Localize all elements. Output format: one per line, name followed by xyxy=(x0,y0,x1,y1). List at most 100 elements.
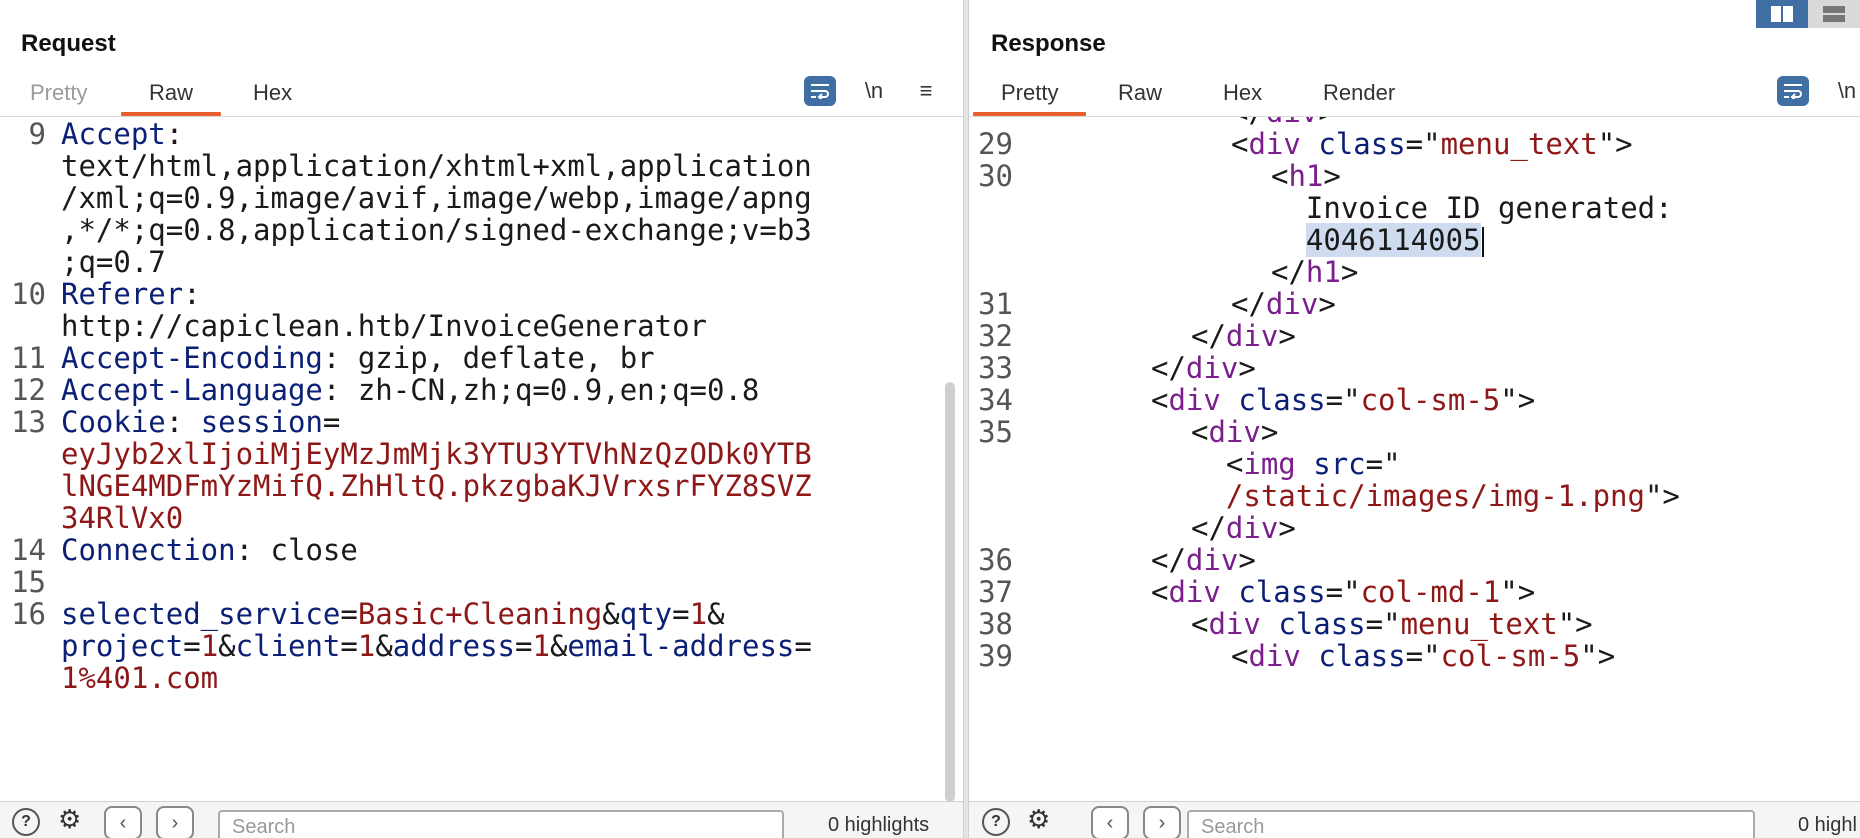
code-token: "> xyxy=(1557,607,1593,641)
help-icon[interactable]: ? xyxy=(982,808,1010,836)
request-scrollbar[interactable] xyxy=(945,382,955,802)
wrap-icon xyxy=(1784,84,1802,99)
code-token: > xyxy=(1238,543,1256,577)
help-icon[interactable]: ? xyxy=(12,808,40,836)
code-token: class xyxy=(1318,639,1406,673)
search-input[interactable]: Search xyxy=(218,810,784,838)
code-token: "> xyxy=(1597,127,1633,161)
code-token: </ xyxy=(1191,319,1226,353)
code-token: "> xyxy=(1500,575,1536,609)
code-token: client xyxy=(235,629,341,663)
code-token: /xml;q=0.9,image/avif,image/webp,image/a… xyxy=(61,181,812,215)
code-token: 1 xyxy=(532,629,550,663)
code-token: Accept-Encoding xyxy=(61,341,323,375)
code-token: =" xyxy=(1325,575,1361,609)
response-pane: Response Pretty Raw Hex Render \n </div>… xyxy=(969,0,1860,838)
code-token: address xyxy=(392,629,516,663)
code-token: & xyxy=(375,629,393,663)
code-token: menu_text xyxy=(1400,607,1558,641)
code-line: 39 <div class="col-sm-5"> xyxy=(969,637,1860,675)
code-token: email-address xyxy=(567,629,795,663)
menu-icon[interactable]: ≡ xyxy=(914,76,938,106)
search-input[interactable]: Search xyxy=(1187,810,1755,838)
tab-raw[interactable]: Raw xyxy=(120,80,222,116)
highlights-count: 0 highlights xyxy=(828,814,930,836)
code-token: col-sm-5 xyxy=(1360,383,1501,417)
code-token: h1 xyxy=(1305,255,1341,289)
code-token: class xyxy=(1238,575,1326,609)
wrap-icon xyxy=(811,84,829,99)
code-token: </ xyxy=(1231,287,1266,321)
response-bottom-bar: ? ⚙ ‹ › Search 0 highl xyxy=(969,801,1860,838)
code-token: < xyxy=(1191,447,1244,481)
previous-button[interactable]: ‹ xyxy=(104,806,142,838)
code-token: div xyxy=(1248,127,1301,161)
code-token: > xyxy=(1260,415,1279,449)
code-token: class xyxy=(1278,607,1366,641)
code-token: =" xyxy=(1365,607,1401,641)
settings-gear-icon[interactable]: ⚙ xyxy=(58,804,81,835)
code-token: Basic+Cleaning xyxy=(357,597,603,631)
previous-button[interactable]: ‹ xyxy=(1091,806,1129,838)
code-token: > xyxy=(1318,287,1336,321)
code-token: < xyxy=(1231,639,1249,673)
request-pane: Request Pretty Raw Hex \n ≡ 9 Accept: text… xyxy=(0,0,963,838)
newline-toggle-button[interactable]: \n xyxy=(862,76,886,106)
highlights-count: 0 highl xyxy=(1798,814,1857,836)
code-token: : close xyxy=(235,533,358,567)
code-token: : xyxy=(183,277,201,311)
tab-hex[interactable]: Hex xyxy=(1223,80,1262,116)
stacked-layout-icon[interactable] xyxy=(1808,0,1860,28)
code-token: </ xyxy=(1271,255,1306,289)
code-token: 1 xyxy=(357,629,376,663)
tab-hex[interactable]: Hex xyxy=(253,80,292,116)
code-token: > xyxy=(1323,159,1341,193)
word-wrap-button[interactable] xyxy=(804,76,836,106)
code-token: session xyxy=(200,405,323,439)
code-token: =" xyxy=(1325,383,1361,417)
tab-pretty[interactable]: Pretty xyxy=(972,80,1088,116)
code-token: Accept xyxy=(61,117,166,151)
code-line: 1%401.com xyxy=(0,659,963,697)
selected-text: 4046114005 xyxy=(1305,223,1481,257)
code-token: = xyxy=(515,629,533,663)
code-token: = xyxy=(322,405,341,439)
code-token: src xyxy=(1313,447,1366,481)
code-token: & xyxy=(549,629,568,663)
code-token: div xyxy=(1225,319,1279,353)
code-text: <div class="col-sm-5"> xyxy=(1231,637,1615,675)
tab-raw[interactable]: Raw xyxy=(1118,80,1162,116)
code-token: < xyxy=(1151,383,1169,417)
code-token: ,*/*;q=0.8,application/signed-exchange;v… xyxy=(61,213,812,247)
code-token: class xyxy=(1238,383,1326,417)
newline-toggle-button[interactable]: \n xyxy=(1835,76,1859,106)
code-token: /static/images/img-1.png xyxy=(1225,479,1645,513)
code-text: 1%401.com xyxy=(61,659,218,697)
settings-gear-icon[interactable]: ⚙ xyxy=(1027,804,1050,835)
tab-pretty[interactable]: Pretty xyxy=(30,80,87,116)
next-button[interactable]: › xyxy=(1143,806,1181,838)
tab-render[interactable]: Render xyxy=(1323,80,1395,116)
code-token: & xyxy=(602,597,620,631)
code-token: "> xyxy=(1500,383,1536,417)
code-token: div xyxy=(1208,415,1261,449)
response-editor[interactable]: </div>29<div class="menu_text">30<h1> In… xyxy=(969,117,1860,804)
code-token: : xyxy=(165,117,184,151)
code-token: & xyxy=(707,597,725,631)
code-token: Connection xyxy=(61,533,236,567)
code-token: selected_service xyxy=(61,597,341,631)
code-token: < xyxy=(1191,415,1209,449)
next-button[interactable]: › xyxy=(156,806,194,838)
word-wrap-button[interactable] xyxy=(1777,76,1809,106)
code-token: & xyxy=(218,629,236,663)
side-by-side-layout-icon[interactable] xyxy=(1756,0,1808,28)
code-token: "> xyxy=(1644,479,1680,513)
code-token: : xyxy=(165,405,201,439)
code-token: ;q=0.7 xyxy=(61,245,166,279)
request-editor[interactable]: 9 Accept: text/html,application/xhtml+xml,… xyxy=(0,117,963,804)
